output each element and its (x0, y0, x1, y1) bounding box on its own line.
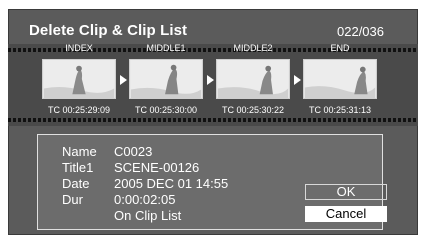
thumbnail-label-middle2: MIDDLE2 (233, 43, 273, 53)
thumbnail-strip: INDEX TC 00:25:29:09 MIDDLE1 TC 00:25:30… (8, 43, 418, 126)
title1-value: SCENE-00126 (114, 160, 200, 175)
arrow-right-icon (207, 75, 214, 85)
thumbnail-image (43, 60, 115, 98)
thumbnail-middle1[interactable] (129, 59, 203, 99)
thumbnail-middle2[interactable] (216, 59, 290, 99)
arrow-right-icon (120, 75, 127, 85)
name-value: C0023 (114, 144, 153, 159)
thumbnail-label-middle1: MIDDLE1 (146, 43, 186, 53)
film-perforation-bottom (8, 118, 418, 122)
date-label: Date (62, 176, 90, 191)
ok-button[interactable]: OK (305, 184, 387, 200)
duration-value: 0:00:02:05 (114, 192, 176, 207)
clip-info-panel: Name C0023 Title1 SCENE-00126 Date 2005 … (37, 134, 387, 230)
thumbnail-image (217, 60, 289, 98)
timecode-end: TC 00:25:31:13 (308, 105, 372, 115)
thumbnail-image (304, 60, 376, 98)
arrow-right-icon (294, 75, 301, 85)
title1-label: Title1 (62, 160, 94, 175)
date-value: 2005 DEC 01 14:55 (114, 176, 229, 191)
thumbnail-end[interactable] (303, 59, 377, 99)
thumbnail-index[interactable] (42, 59, 116, 99)
thumbnail-label-index: INDEX (65, 43, 93, 53)
cancel-button[interactable]: Cancel (305, 206, 387, 222)
timecode-index: TC 00:25:29:09 (47, 105, 111, 115)
duration-label: Dur (62, 192, 83, 207)
name-label: Name (62, 144, 97, 159)
thumbnail-label-end: END (330, 43, 350, 53)
clip-list-note: On Clip List (114, 208, 182, 223)
dialog-title: Delete Clip & Clip List (29, 22, 188, 39)
clip-counter: 022/036 (337, 24, 384, 39)
timecode-middle2: TC 00:25:30:22 (221, 105, 285, 115)
delete-clip-dialog: Delete Clip & Clip List 022/036 INDEX TC… (8, 9, 418, 235)
timecode-middle1: TC 00:25:30:00 (134, 105, 198, 115)
thumbnail-image (130, 60, 202, 98)
